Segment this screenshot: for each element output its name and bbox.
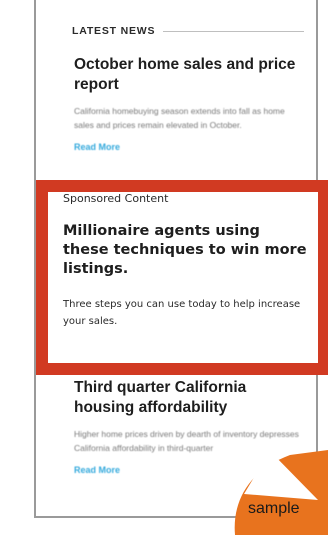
sponsored-ad-content[interactable]: Sponsored Content Millionaire agents usi… <box>63 192 308 330</box>
article-summary: California homebuying season extends int… <box>74 106 285 130</box>
news-article: Third quarter California housing afforda… <box>74 378 306 478</box>
section-title: LATEST NEWS <box>72 25 156 37</box>
sponsored-label: Sponsored Content <box>63 192 169 205</box>
article-summary: Higher home prices driven by dearth of i… <box>74 429 299 453</box>
section-header: LATEST NEWS <box>72 23 304 39</box>
watermark-label: sample <box>248 500 300 517</box>
read-more-link[interactable]: Read More <box>74 465 120 475</box>
article-title[interactable]: October home sales and price report <box>74 55 306 95</box>
read-more-link[interactable]: Read More <box>74 142 120 152</box>
article-title[interactable]: Third quarter California housing afforda… <box>74 378 306 418</box>
sponsored-headline[interactable]: Millionaire agents using these technique… <box>63 222 308 279</box>
sponsored-body: Three steps you can use today to help in… <box>63 299 301 327</box>
screenshot-canvas: LATEST NEWS October home sales and price… <box>0 0 328 535</box>
news-article: October home sales and price report Cali… <box>74 55 306 155</box>
section-divider <box>163 30 304 32</box>
